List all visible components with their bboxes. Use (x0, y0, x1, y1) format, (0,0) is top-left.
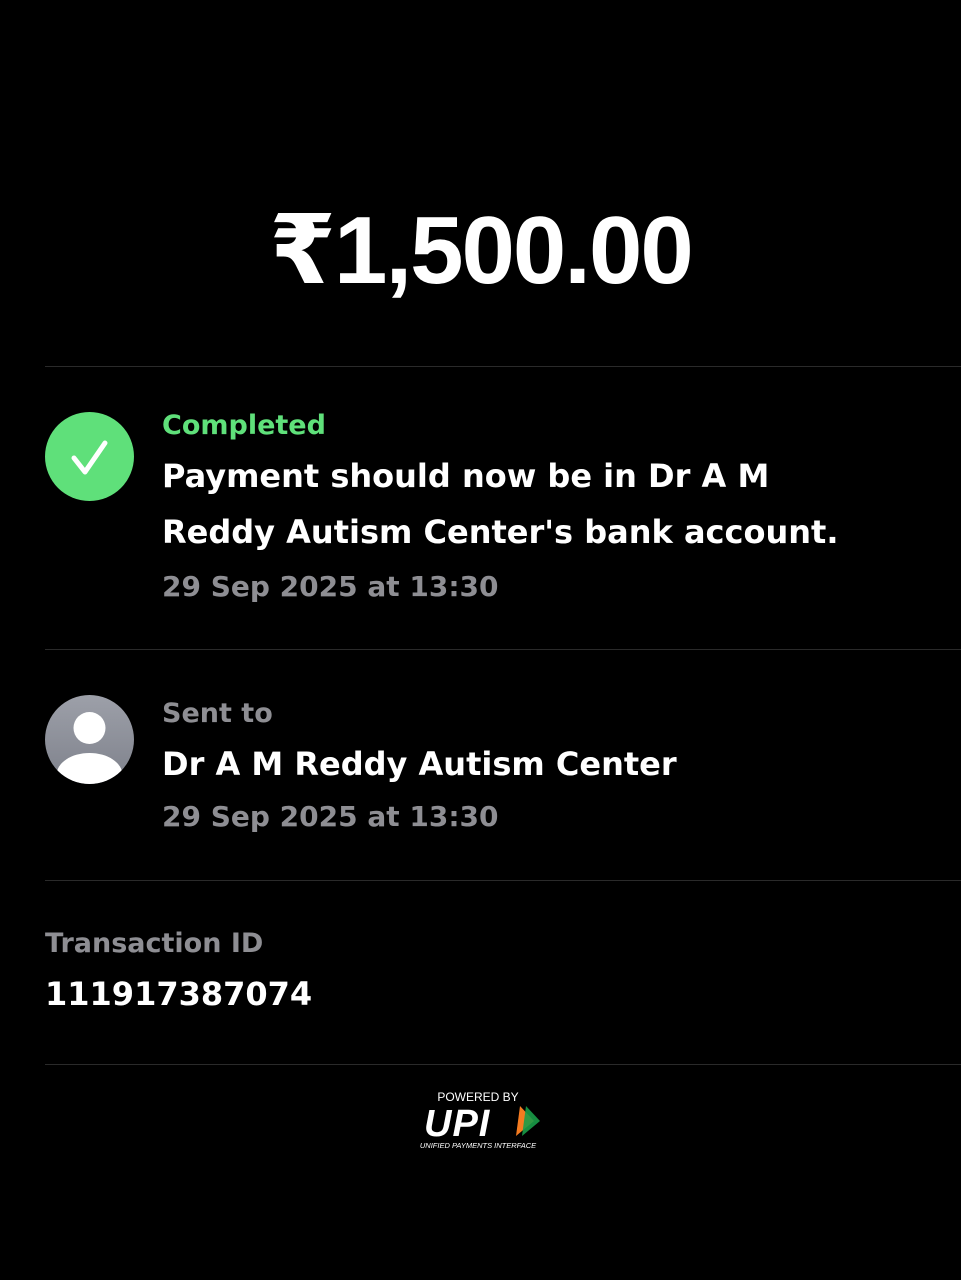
status-block: Completed Payment should now be in Dr A … (162, 410, 881, 604)
upi-arrow-green (522, 1106, 540, 1136)
divider-transaction (45, 1064, 961, 1065)
recipient-block: Sent to Dr A M Reddy Autism Center 29 Se… (162, 698, 881, 834)
transaction-label: Transaction ID (45, 928, 264, 959)
transaction-id[interactable]: 111917387074 (45, 966, 921, 1022)
powered-by-text: POWERED BY (437, 1090, 518, 1104)
checkmark-icon (71, 440, 108, 475)
recipient-label: Sent to (162, 698, 273, 729)
upi-subtitle: UNIFIED PAYMENTS INTERFACE (420, 1141, 537, 1150)
divider-recipient (45, 880, 961, 881)
status-label: Completed (162, 410, 326, 441)
divider-top (45, 366, 961, 367)
status-icon-circle (45, 412, 134, 501)
avatar-icon (56, 712, 123, 784)
recipient-avatar (45, 695, 134, 784)
transaction-block: Transaction ID 111917387074 (45, 928, 921, 1022)
recipient-timestamp: 29 Sep 2025 at 13:30 (162, 800, 499, 833)
upi-wordmark: UPI (424, 1103, 491, 1145)
status-timestamp: 29 Sep 2025 at 13:30 (162, 570, 499, 603)
upi-logo: POWERED BY UPI UNIFIED PAYMENTS INTERFAC… (420, 1088, 544, 1152)
status-message: Payment should now be in Dr A M Reddy Au… (162, 457, 839, 551)
recipient-name: Dr A M Reddy Autism Center (162, 745, 677, 783)
divider-status (45, 649, 961, 650)
payment-amount: ₹1,500.00 (269, 197, 693, 304)
